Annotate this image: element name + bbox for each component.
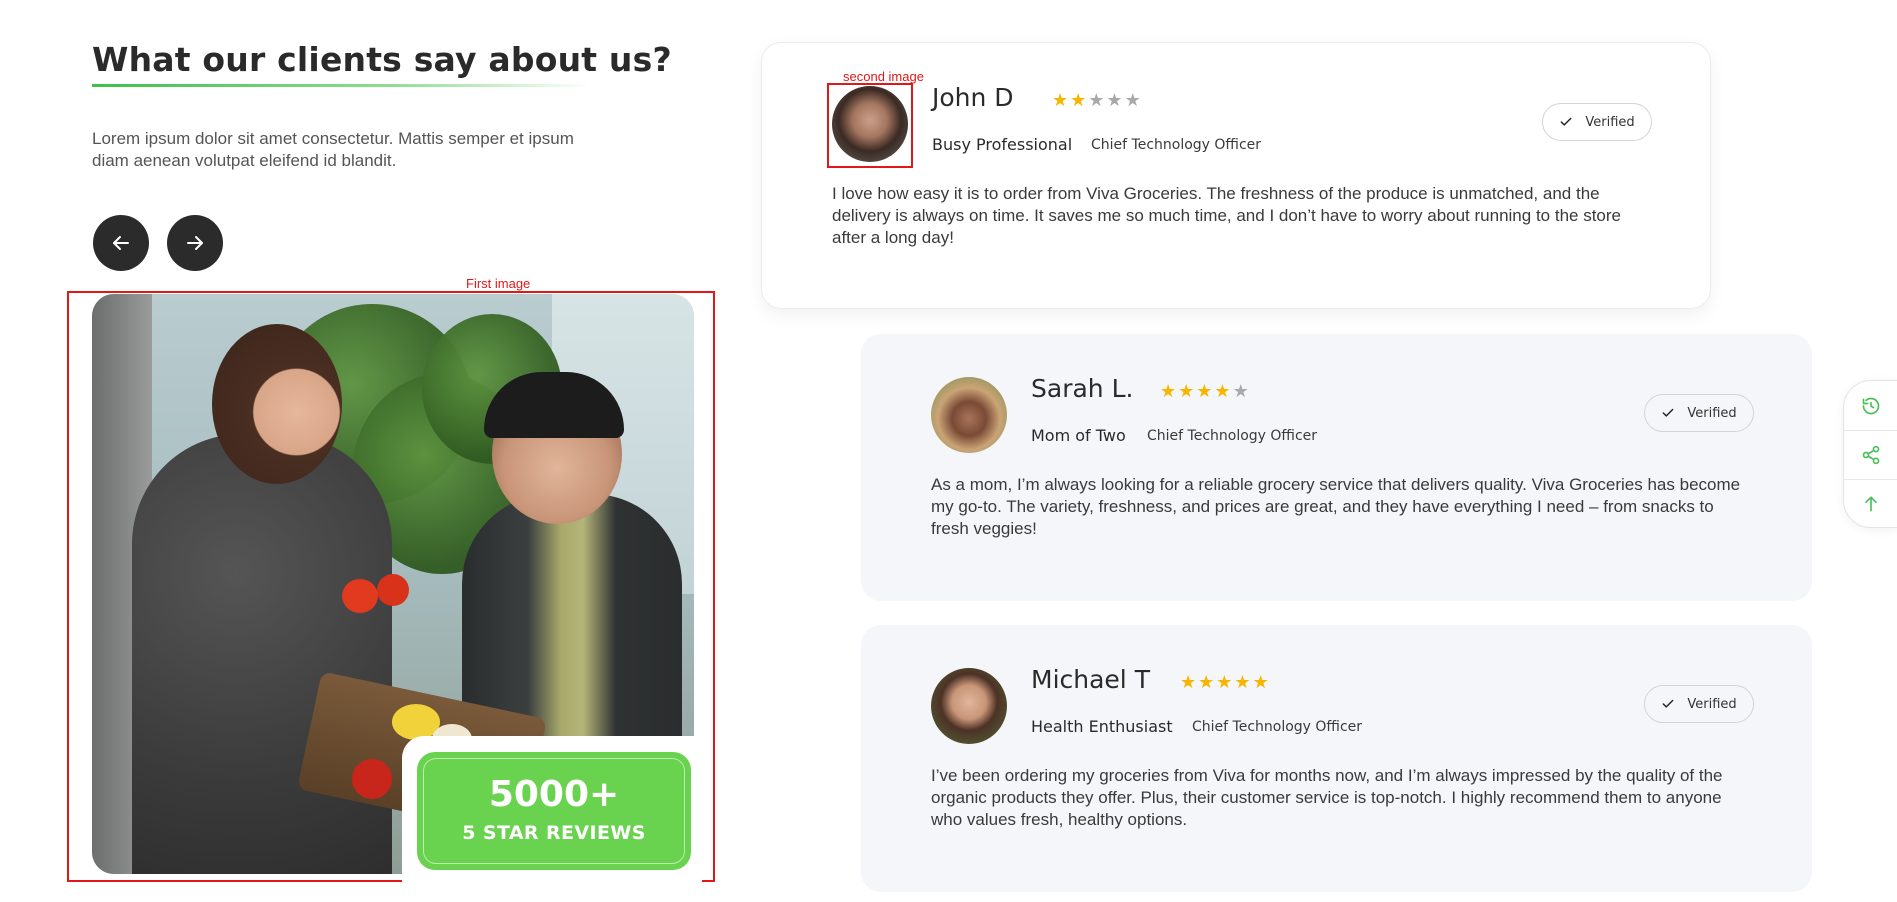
verified-label: Verified	[1687, 405, 1737, 421]
star-rating: ★★★★★	[1160, 381, 1251, 402]
next-button[interactable]	[167, 215, 223, 271]
star-icon: ★	[1160, 381, 1179, 402]
reviewer-position: Chief Technology Officer	[1147, 428, 1318, 444]
star-rating: ★★★★★	[1052, 90, 1143, 111]
verified-label: Verified	[1585, 114, 1635, 130]
title-underline	[92, 84, 592, 87]
star-icon: ★	[1232, 381, 1251, 402]
second-image-annotation-box	[827, 83, 913, 168]
reviewer-name: Sarah L.	[1031, 374, 1134, 403]
review-card: Sarah L. ★★★★★ Mom of Two Chief Technolo…	[861, 334, 1812, 601]
reviewer-name: Michael T	[1031, 665, 1150, 694]
check-icon	[1560, 117, 1572, 126]
five-star-reviews-badge: 5000+ 5 STAR REVIEWS	[417, 752, 691, 870]
star-rating: ★★★★★	[1180, 672, 1271, 693]
history-button[interactable]	[1844, 381, 1897, 430]
star-icon: ★	[1124, 90, 1143, 111]
star-icon: ★	[1198, 672, 1217, 693]
star-icon: ★	[1088, 90, 1107, 111]
review-text: I’ve been ordering my groceries from Viv…	[931, 766, 1723, 829]
reviewer-role: Mom of Two	[1031, 426, 1126, 445]
check-icon	[1662, 699, 1674, 708]
review-card: Michael T ★★★★★ Health Enthusiast Chief …	[861, 625, 1812, 892]
star-icon: ★	[1216, 672, 1235, 693]
star-icon: ★	[1196, 381, 1215, 402]
star-icon: ★	[1234, 672, 1253, 693]
badge-count: 5000+	[488, 774, 620, 815]
avatar	[931, 668, 1007, 744]
arrow-right-icon	[187, 236, 203, 250]
reviewer-position: Chief Technology Officer	[1192, 719, 1363, 735]
second-image-annotation-label: second image	[843, 69, 924, 84]
photo-woman-head	[212, 324, 342, 484]
star-icon: ★	[1178, 381, 1197, 402]
check-icon	[1662, 408, 1674, 417]
review-text: As a mom, I’m always looking for a relia…	[931, 475, 1741, 538]
share-button[interactable]	[1844, 430, 1897, 479]
prev-button[interactable]	[93, 215, 149, 271]
reviewer-role: Health Enthusiast	[1031, 717, 1173, 736]
share-icon	[1862, 445, 1880, 465]
photo-tomato	[377, 574, 409, 606]
arrow-up-icon	[1865, 496, 1877, 512]
side-toolbar	[1843, 380, 1897, 528]
avatar	[931, 377, 1007, 453]
badge-label: 5 STAR REVIEWS	[462, 822, 646, 844]
reviewer-role: Busy Professional	[932, 135, 1073, 154]
photo-woman	[132, 434, 392, 874]
photo-tomato	[342, 579, 378, 613]
verified-badge[interactable]: Verified	[1644, 394, 1754, 432]
first-image-annotation-label: First image	[466, 276, 531, 291]
verified-badge[interactable]: Verified	[1644, 685, 1754, 723]
star-icon: ★	[1052, 90, 1071, 111]
photo-pepper	[352, 759, 392, 799]
section-title: What our clients say about us?	[92, 40, 672, 79]
review-text: I love how easy it is to order from Viva…	[832, 184, 1621, 247]
section-intro: Lorem ipsum dolor sit amet consectetur. …	[92, 129, 574, 170]
star-icon: ★	[1106, 90, 1125, 111]
reviewer-position: Chief Technology Officer	[1091, 137, 1262, 153]
star-icon: ★	[1070, 90, 1089, 111]
star-icon: ★	[1180, 672, 1199, 693]
star-icon: ★	[1252, 672, 1271, 693]
arrow-left-icon	[113, 236, 129, 250]
reviewer-name: John D	[932, 83, 1014, 112]
verified-badge[interactable]: Verified	[1542, 103, 1652, 141]
star-icon: ★	[1214, 381, 1233, 402]
history-icon	[1862, 397, 1880, 414]
verified-label: Verified	[1687, 696, 1737, 712]
scroll-top-button[interactable]	[1844, 479, 1897, 528]
